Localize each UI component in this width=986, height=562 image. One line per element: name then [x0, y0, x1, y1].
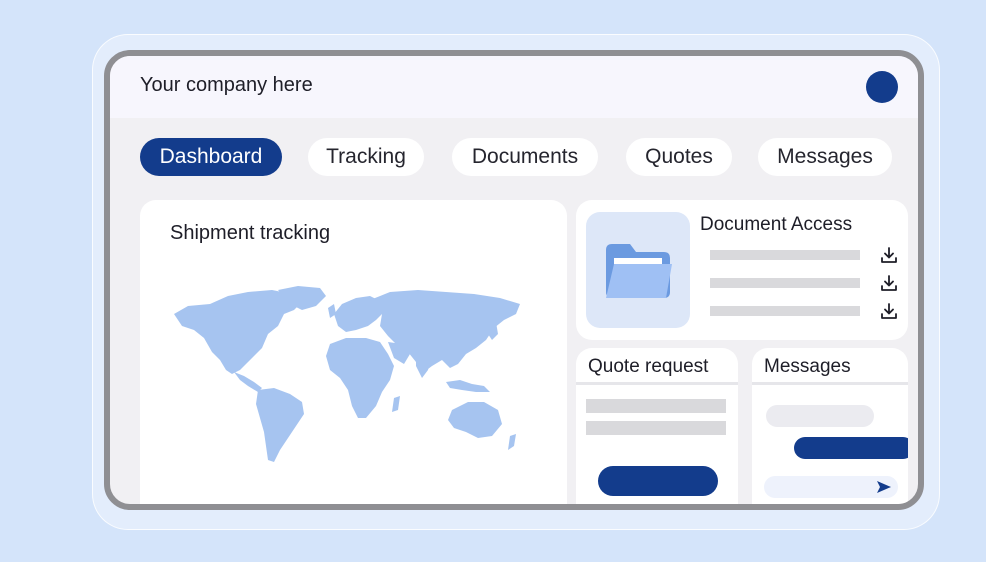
messages-card[interactable]: Messages	[752, 348, 908, 504]
document-access-title: Document Access	[700, 214, 853, 235]
download-icon[interactable]	[880, 246, 898, 264]
outgoing-message-bubble	[794, 437, 908, 459]
document-row-bar	[710, 306, 860, 316]
company-name: Your company here	[140, 74, 313, 96]
tab-documents[interactable]: Documents	[452, 138, 598, 176]
tab-messages[interactable]: Messages	[758, 138, 892, 176]
shipment-tracking-card[interactable]: Shipment tracking	[140, 200, 567, 504]
app-header: Your company here	[110, 56, 918, 118]
avatar[interactable]	[866, 71, 898, 103]
download-icon[interactable]	[880, 302, 898, 320]
document-row-bar	[710, 278, 860, 288]
world-map-icon	[174, 286, 520, 462]
send-icon[interactable]	[876, 480, 892, 494]
tab-dashboard[interactable]: Dashboard	[140, 138, 282, 176]
shipment-tracking-title: Shipment tracking	[170, 222, 331, 244]
messages-title: Messages	[764, 356, 851, 377]
folder-tile	[586, 212, 690, 328]
folder-icon	[606, 244, 672, 298]
quote-field-bar	[586, 421, 726, 435]
download-icon[interactable]	[880, 274, 898, 292]
app-window: Your company here Dashboard Tracking Doc…	[104, 50, 924, 510]
quote-field-bar	[586, 399, 726, 413]
document-access-card[interactable]: Document Access	[576, 200, 908, 340]
incoming-message-bubble	[766, 405, 874, 427]
divider	[752, 382, 908, 385]
quote-request-title: Quote request	[588, 356, 709, 377]
quote-request-card[interactable]: Quote request	[576, 348, 738, 504]
tab-tracking[interactable]: Tracking	[308, 138, 424, 176]
document-row-bar	[710, 250, 860, 260]
divider	[576, 382, 738, 385]
tab-quotes[interactable]: Quotes	[626, 138, 732, 176]
submit-quote-button[interactable]	[598, 466, 718, 496]
